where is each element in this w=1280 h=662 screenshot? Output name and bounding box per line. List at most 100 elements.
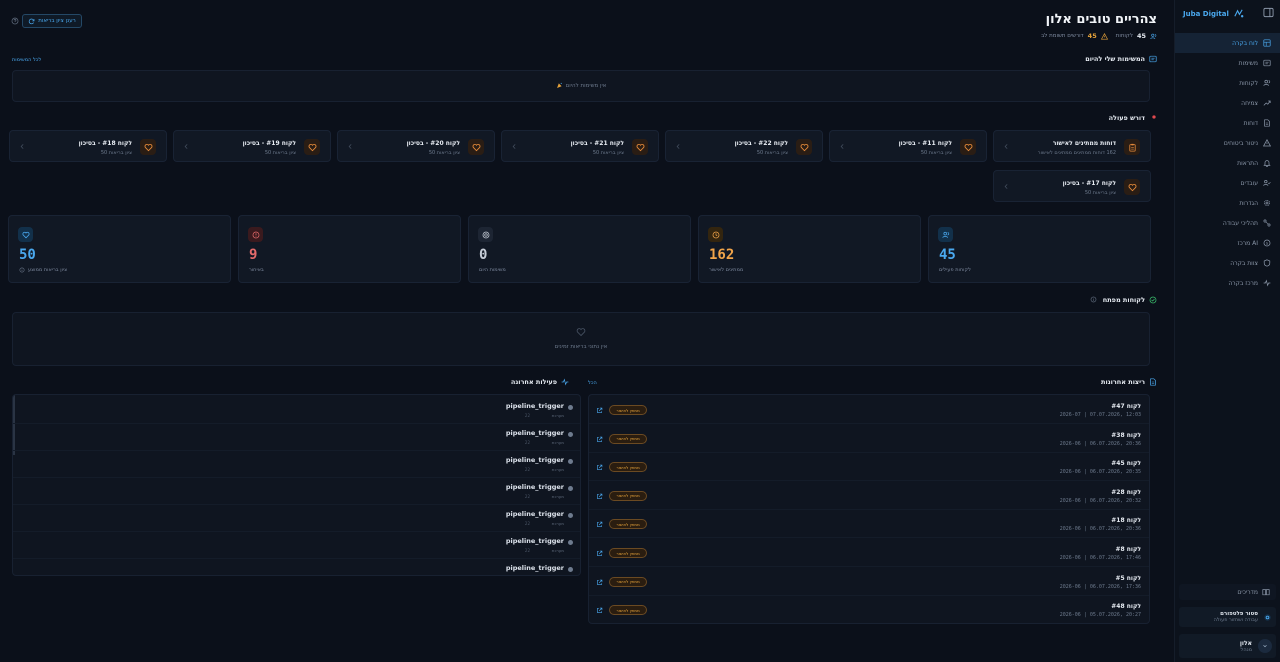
sidebar-item-tasks[interactable]: משימות bbox=[1175, 53, 1280, 73]
sidebar-item-growth[interactable]: צמיחה bbox=[1175, 93, 1280, 113]
sidebar-item-settings[interactable]: הגדרות bbox=[1175, 193, 1280, 213]
activity-row: pipeline_trigger מערכת 22 bbox=[13, 451, 580, 478]
action-card[interactable]: דוחות ממתינים לאישור 162 דוחות ממתינים ממ… bbox=[993, 130, 1151, 162]
external-link-icon[interactable] bbox=[596, 493, 603, 500]
user-menu[interactable]: אלון מנהל bbox=[1179, 634, 1276, 658]
external-link-icon[interactable] bbox=[596, 607, 603, 614]
action-card[interactable]: לקוח #21 - בסיכון ציון בריאות 50 bbox=[501, 130, 659, 162]
activity-icon bbox=[1263, 279, 1271, 287]
report-row[interactable]: לקוח #8 2026-06 | 06.07.2026, 17:46 ממתין … bbox=[589, 540, 1149, 567]
sidebar-item-label: התראות bbox=[1237, 159, 1258, 167]
alerts-label: דורשים תשומת לב bbox=[1041, 33, 1084, 39]
action-card-icon-wrap bbox=[960, 139, 976, 155]
activity-name: pipeline_trigger bbox=[505, 510, 564, 518]
action-card-sub: ציון בריאות 50 bbox=[264, 150, 296, 156]
stat-icon-wrap bbox=[938, 227, 953, 242]
book-icon bbox=[1262, 588, 1270, 596]
external-link-icon[interactable] bbox=[596, 464, 603, 471]
activity-row: pipeline_trigger מערכת 22 bbox=[13, 478, 580, 505]
sidebar-item-workflow[interactable]: תהליכי עבודה bbox=[1175, 213, 1280, 233]
action-card[interactable]: לקוח #22 - בסיכון ציון בריאות 50 bbox=[665, 130, 823, 162]
report-row[interactable]: לקוח #38 2026-06 | 06.07.2026, 20:36 ממתין… bbox=[589, 426, 1149, 453]
activity-sub: מערכת bbox=[551, 467, 564, 472]
gear-icon bbox=[1263, 613, 1272, 622]
report-date: 2026-06 | 06.07.2026, 20:32 bbox=[1059, 497, 1141, 504]
all-tasks-link[interactable]: לכל המשימות bbox=[12, 57, 41, 63]
refresh-icon bbox=[28, 18, 35, 25]
report-title: לקוח #45 bbox=[1111, 460, 1141, 468]
chevron-left-icon bbox=[675, 143, 682, 150]
stat-icon-wrap bbox=[478, 227, 493, 242]
external-link-icon[interactable] bbox=[596, 550, 603, 557]
external-link-icon[interactable] bbox=[596, 579, 603, 586]
sidebar-item-bell[interactable]: התראות bbox=[1175, 153, 1280, 173]
activity-row: pipeline_trigger מערכת 22 bbox=[13, 505, 580, 532]
main-content: צהריים טובים אלון 45 לקוחות 45 דורשים תש… bbox=[0, 0, 1174, 662]
target-icon bbox=[482, 231, 490, 239]
action-card-icon-wrap bbox=[140, 139, 156, 155]
heart-icon bbox=[800, 143, 809, 152]
external-link-icon[interactable] bbox=[596, 407, 603, 414]
status-badge: ממתין לאישור bbox=[609, 433, 647, 444]
activity-dot bbox=[568, 567, 573, 572]
external-link-icon[interactable] bbox=[596, 521, 603, 528]
activity-dot bbox=[568, 513, 573, 518]
report-row[interactable]: לקוח #18 2026-06 | 06.07.2026, 20:36 ממתין… bbox=[589, 511, 1149, 539]
info-icon[interactable] bbox=[19, 267, 25, 273]
stat-icon-wrap bbox=[18, 227, 33, 242]
activity-sub: מערכת bbox=[551, 548, 564, 553]
refresh-health-button[interactable]: רענן ציון בריאות bbox=[22, 14, 82, 28]
users-icon bbox=[1150, 33, 1157, 40]
refresh-health-label: רענן ציון בריאות bbox=[38, 18, 76, 24]
sidebar-item-label: תהליכי עבודה bbox=[1222, 219, 1258, 227]
sidebar-item-monitor[interactable]: ניטור ביטוחים bbox=[1175, 133, 1280, 153]
action-card[interactable]: לקוח #11 - בסיכון ציון בריאות 50 bbox=[829, 130, 987, 162]
activity-name: pipeline_trigger bbox=[505, 483, 564, 491]
report-row[interactable]: לקוח #47 2026-07 | 07.07.2026, 12:03 ממתין… bbox=[589, 397, 1149, 424]
report-row[interactable]: לקוח #28 2026-06 | 06.07.2026, 20:32 ממתין… bbox=[589, 483, 1149, 510]
report-row[interactable]: לקוח #45 2026-06 | 06.07.2026, 20:35 ממתין… bbox=[589, 454, 1149, 482]
sidebar-nav: לוח בקרה משימות לקוחות צמיחה דוחות ניטור ביטו… bbox=[1175, 33, 1280, 293]
report-row[interactable]: לקוח #5 2026-06 | 06.07.2026, 17:36 ממתין … bbox=[589, 569, 1149, 596]
action-card[interactable]: לקוח #19 - בסיכון ציון בריאות 50 bbox=[173, 130, 331, 162]
party-icon bbox=[556, 82, 563, 89]
activity-dot bbox=[568, 540, 573, 545]
action-card-sub: ציון בריאות 50 bbox=[592, 150, 624, 156]
action-card[interactable]: לקוח #18 - בסיכון ציון בריאות 50 bbox=[9, 130, 167, 162]
sidebar-item-activity[interactable]: מרכז בקרה bbox=[1175, 273, 1280, 293]
report-date: 2026-06 | 06.07.2026, 20:36 bbox=[1059, 440, 1141, 447]
sidebar-item-ai[interactable]: מרכז AI $ bbox=[1175, 233, 1280, 253]
action-card[interactable]: לקוח #20 - בסיכון ציון בריאות 50 bbox=[337, 130, 495, 162]
activity-name: pipeline_trigger bbox=[505, 537, 564, 545]
activity-section-title: פעילות אחרונה bbox=[511, 378, 569, 386]
report-row[interactable]: לקוח #48 2026-06 | 05.07.2026, 20:27 ממתין… bbox=[589, 597, 1149, 623]
info-icon[interactable] bbox=[1089, 296, 1097, 304]
all-reports-link[interactable]: הכל bbox=[588, 380, 597, 386]
alert-dot-icon bbox=[1149, 114, 1157, 122]
action-card[interactable]: לקוח #17 - בסיכון ציון בריאות 50 bbox=[993, 170, 1151, 202]
sidebar-item-shield[interactable]: צוות בקרה bbox=[1175, 253, 1280, 273]
brand[interactable]: Juba Digital bbox=[1183, 8, 1244, 19]
external-link-icon[interactable] bbox=[596, 436, 603, 443]
action-card-title: לקוח #21 - בסיכון bbox=[570, 140, 624, 147]
sidebar-item-dashboard[interactable]: לוח בקרה bbox=[1175, 33, 1280, 53]
guides-button[interactable]: מדריכים bbox=[1179, 584, 1276, 600]
action-card-sub: ציון בריאות 50 bbox=[756, 150, 788, 156]
users-icon bbox=[1263, 79, 1271, 87]
sidebar-item-users[interactable]: לקוחות bbox=[1175, 73, 1280, 93]
status-badge: ממתין לאישור bbox=[609, 548, 647, 558]
help-icon[interactable] bbox=[11, 17, 19, 25]
platform-status[interactable]: סטור פלטפורם עבודה ושחזור פעולה bbox=[1179, 607, 1276, 627]
action-card-icon-wrap bbox=[1124, 179, 1140, 195]
stat-label-wrap: באיחור bbox=[249, 267, 264, 273]
tasks-empty-text: אין משימות להיום bbox=[565, 82, 607, 89]
report-title: לקוח #38 bbox=[1111, 431, 1141, 439]
chevron-left-icon bbox=[1003, 183, 1010, 190]
sidebar-item-reports[interactable]: דוחות bbox=[1175, 113, 1280, 133]
activity-icon bbox=[561, 378, 569, 386]
report-date: 2026-06 | 05.07.2026, 20:27 bbox=[1059, 612, 1141, 619]
activity-dot bbox=[568, 405, 573, 410]
sidebar-item-employees[interactable]: עובדים bbox=[1175, 173, 1280, 193]
sidebar-toggle-icon[interactable] bbox=[1263, 7, 1274, 18]
activity-sub: מערכת bbox=[551, 413, 564, 418]
